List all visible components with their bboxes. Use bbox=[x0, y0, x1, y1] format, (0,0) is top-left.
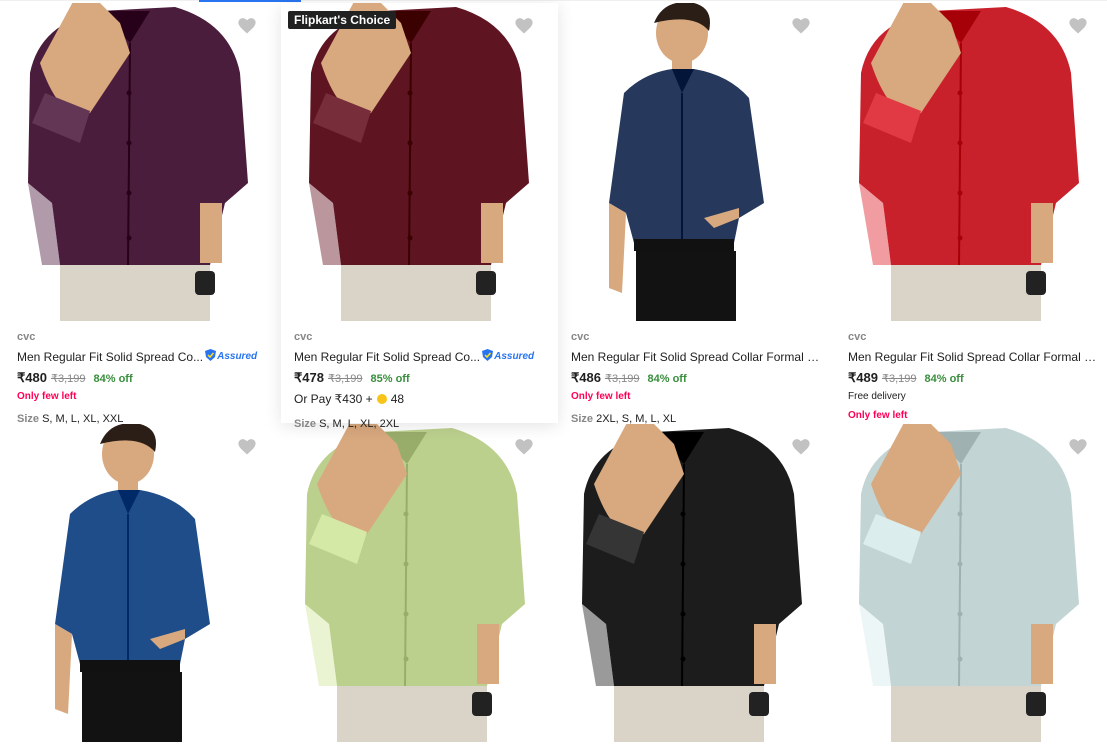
product-image[interactable] bbox=[0, 3, 277, 321]
product-title[interactable]: Men Regular Fit Solid Spread Collar Form… bbox=[848, 350, 1098, 364]
product-price: ₹486 bbox=[571, 370, 601, 385]
assured-label: Assured bbox=[217, 351, 258, 362]
product-discount: 84% off bbox=[924, 373, 964, 385]
product-brand: cvc bbox=[17, 331, 36, 343]
coin-pay-offer: Or Pay ₹430 + bbox=[294, 391, 373, 406]
coin-value: 48 bbox=[390, 391, 405, 406]
product-card[interactable]: cvc Men Regular Fit Solid Spread Co... A… bbox=[0, 3, 277, 425]
stock-status: Only few left bbox=[848, 410, 908, 421]
product-image[interactable] bbox=[277, 424, 554, 742]
supercoin-icon bbox=[376, 393, 387, 404]
wishlist-heart-icon[interactable] bbox=[236, 436, 258, 456]
size-values: S, M, L, XL, 2XL bbox=[319, 418, 400, 430]
product-discount: 84% off bbox=[647, 373, 687, 385]
wishlist-heart-icon[interactable] bbox=[513, 436, 535, 456]
stock-status: Only few left bbox=[571, 391, 631, 402]
wishlist-heart-icon[interactable] bbox=[1067, 15, 1089, 35]
shield-icon bbox=[205, 349, 217, 364]
product-card[interactable] bbox=[277, 424, 554, 752]
product-discount: 84% off bbox=[93, 373, 133, 385]
wishlist-heart-icon[interactable] bbox=[513, 15, 535, 35]
size-label: Size bbox=[294, 418, 317, 430]
product-title[interactable]: Men Regular Fit Solid Spread Co... bbox=[17, 350, 203, 364]
product-card[interactable] bbox=[0, 424, 277, 752]
product-card[interactable] bbox=[554, 424, 831, 752]
product-image[interactable] bbox=[281, 3, 558, 321]
delivery-info: Free delivery bbox=[848, 391, 906, 402]
product-card[interactable] bbox=[831, 424, 1107, 752]
product-title[interactable]: Men Regular Fit Solid Spread Co... bbox=[294, 350, 480, 364]
product-card[interactable]: cvc Men Regular Fit Solid Spread Collar … bbox=[554, 3, 831, 425]
product-image[interactable] bbox=[554, 424, 831, 742]
stock-status: Only few left bbox=[17, 391, 77, 402]
product-image[interactable] bbox=[0, 424, 277, 742]
product-brand: cvc bbox=[848, 331, 867, 343]
assured-badge: Assured bbox=[205, 349, 257, 364]
flipkart-choice-badge: Flipkart's Choice bbox=[288, 11, 397, 29]
product-brand: cvc bbox=[294, 331, 313, 343]
shield-icon bbox=[482, 349, 494, 364]
product-price: ₹489 bbox=[848, 370, 878, 385]
product-brand: cvc bbox=[571, 331, 590, 343]
product-image[interactable] bbox=[554, 3, 831, 321]
top-border bbox=[0, 0, 1107, 1]
product-card[interactable]: cvc Men Regular Fit Solid Spread Collar … bbox=[831, 3, 1107, 423]
assured-label: Assured bbox=[494, 351, 535, 362]
assured-badge: Assured bbox=[482, 349, 534, 364]
product-mrp: ₹3,199 bbox=[881, 373, 917, 385]
wishlist-heart-icon[interactable] bbox=[790, 436, 812, 456]
product-mrp: ₹3,199 bbox=[327, 373, 363, 385]
product-price: ₹480 bbox=[17, 370, 47, 385]
wishlist-heart-icon[interactable] bbox=[790, 15, 812, 35]
product-title[interactable]: Men Regular Fit Solid Spread Collar Form… bbox=[571, 350, 821, 364]
product-image[interactable] bbox=[831, 424, 1107, 742]
wishlist-heart-icon[interactable] bbox=[236, 15, 258, 35]
active-indicator bbox=[199, 0, 301, 2]
product-image[interactable] bbox=[831, 3, 1107, 321]
product-price: ₹478 bbox=[294, 370, 324, 385]
product-discount: 85% off bbox=[370, 373, 410, 385]
product-mrp: ₹3,199 bbox=[50, 373, 86, 385]
product-card[interactable]: Flipkart's Choice cvc Men Regular Fit So… bbox=[281, 3, 558, 430]
wishlist-heart-icon[interactable] bbox=[1067, 436, 1089, 456]
product-mrp: ₹3,199 bbox=[604, 373, 640, 385]
